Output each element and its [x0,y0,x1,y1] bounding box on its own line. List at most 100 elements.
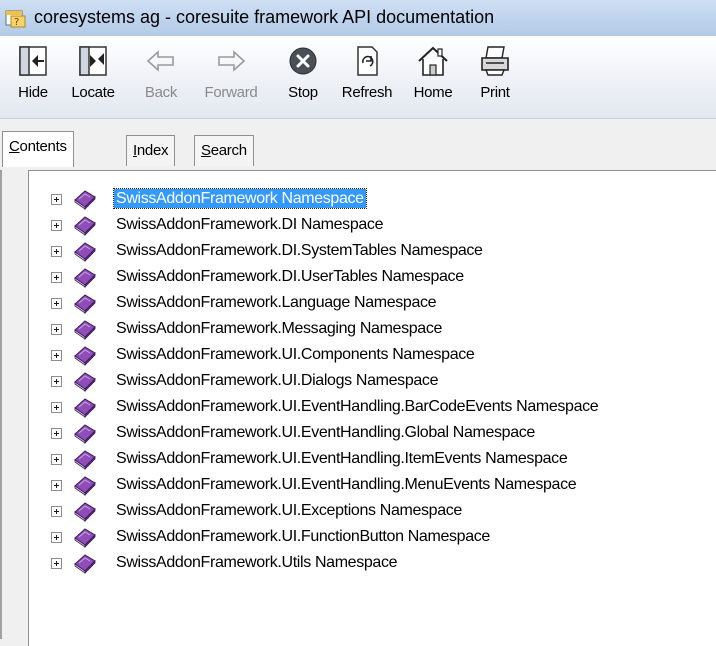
contents-tree[interactable]: SwissAddonFramework Namespace SwissAddon… [28,170,716,646]
tab-contents[interactable]: Contents [2,131,74,167]
expand-icon[interactable] [51,428,62,439]
help-window-icon: ? [5,10,26,28]
tab-contents-label: ontents [19,138,67,155]
tree-item-label[interactable]: SwissAddonFramework.DI.UserTables Namesp… [114,267,466,286]
book-icon [74,320,96,340]
book-icon [74,554,96,574]
book-icon [74,242,96,262]
book-icon [74,190,96,210]
home-label: Home [413,84,453,101]
tree-item[interactable]: SwissAddonFramework Namespace [29,186,716,212]
tree-item[interactable]: SwissAddonFramework.UI.FunctionButton Na… [29,524,716,550]
hide-label: Hide [18,84,48,101]
book-icon [74,268,96,288]
expand-icon[interactable] [51,272,62,283]
tree-item-label[interactable]: SwissAddonFramework Namespace [113,188,367,209]
book-icon [74,476,96,496]
locate-button[interactable]: Locate [62,44,124,116]
tree-item-label[interactable]: SwissAddonFramework.UI.FunctionButton Na… [114,527,492,546]
tree-item-label[interactable]: SwissAddonFramework.UI.Exceptions Namesp… [114,501,464,520]
print-label: Print [480,84,510,101]
tab-search-accesskey: S [201,142,211,159]
title-bar[interactable]: ? coresystems ag - coresuite framework A… [0,0,716,36]
back-button[interactable]: Back [133,44,189,116]
expand-icon[interactable] [51,376,62,387]
tree-item[interactable]: SwissAddonFramework.DI.UserTables Namesp… [29,264,716,290]
tree-item-label[interactable]: SwissAddonFramework.DI.SystemTables Name… [114,241,485,260]
tree-item-label[interactable]: SwissAddonFramework.UI.Components Namesp… [114,345,476,364]
tab-search[interactable]: Search [194,135,254,166]
book-icon [74,372,96,392]
tree-item[interactable]: SwissAddonFramework.DI Namespace [29,212,716,238]
tree-item[interactable]: SwissAddonFramework.UI.Components Namesp… [29,342,716,368]
book-icon [74,398,96,418]
tree-item[interactable]: SwissAddonFramework.UI.EventHandling.Bar… [29,394,716,420]
back-label: Back [144,84,178,101]
tree-item-label[interactable]: SwissAddonFramework.UI.EventHandling.Ite… [114,449,569,468]
book-icon [74,528,96,548]
book-icon [74,502,96,522]
hide-icon [19,46,47,76]
tree-item[interactable]: SwissAddonFramework.Language Namespace [29,290,716,316]
window-title: coresystems ag - coresuite framework API… [34,7,495,27]
refresh-icon [357,46,378,76]
expand-icon[interactable] [51,532,62,543]
forward-label: Forward [204,84,258,101]
book-icon [74,450,96,470]
expand-icon[interactable] [51,454,62,465]
expand-icon[interactable] [51,246,62,257]
forward-arrow-icon [218,50,246,72]
refresh-label: Refresh [341,84,393,101]
home-button[interactable]: Home [404,44,462,116]
back-arrow-icon [146,50,174,72]
hide-button[interactable]: Hide [8,44,58,116]
book-icon [74,216,96,236]
tree-item-label[interactable]: SwissAddonFramework.UI.EventHandling.Glo… [114,423,537,442]
tree-item-label[interactable]: SwissAddonFramework.Utils Namespace [114,553,399,572]
expand-icon[interactable] [51,350,62,361]
toolbar: Hide Locate Back Forward Stop Refresh Ho… [0,36,716,119]
tree-item[interactable]: SwissAddonFramework.Messaging Namespace [29,316,716,342]
refresh-button[interactable]: Refresh [334,44,400,116]
tree-item-label[interactable]: SwissAddonFramework.DI Namespace [114,215,385,234]
expand-icon[interactable] [51,298,62,309]
navigation-tabs: Contents Index Search [0,118,716,170]
tree-item-label[interactable]: SwissAddonFramework.Language Namespace [114,293,438,312]
book-icon [74,346,96,366]
frame-edge [0,170,2,639]
expand-icon[interactable] [51,324,62,335]
print-button[interactable]: Print [470,44,520,116]
tree-item-label[interactable]: SwissAddonFramework.UI.EventHandling.Men… [114,475,578,494]
stop-label: Stop [288,84,318,101]
tree-item-label[interactable]: SwissAddonFramework.UI.EventHandling.Bar… [114,397,600,416]
expand-icon[interactable] [51,480,62,491]
tab-search-label: earch [210,142,247,159]
locate-icon [79,46,107,76]
stop-icon [289,47,317,75]
locate-label: Locate [71,84,115,101]
expand-icon[interactable] [51,402,62,413]
tab-contents-accesskey: C [9,138,20,155]
tree-item-label[interactable]: SwissAddonFramework.Messaging Namespace [114,319,444,338]
book-icon [74,424,96,444]
expand-icon[interactable] [51,194,62,205]
tree-item[interactable]: SwissAddonFramework.UI.EventHandling.Ite… [29,446,716,472]
tree-item[interactable]: SwissAddonFramework.UI.Exceptions Namesp… [29,498,716,524]
tree-item[interactable]: SwissAddonFramework.UI.EventHandling.Glo… [29,420,716,446]
forward-button[interactable]: Forward [194,44,268,116]
expand-icon[interactable] [51,506,62,517]
tree-item[interactable]: SwissAddonFramework.Utils Namespace [29,550,716,576]
expand-icon[interactable] [51,220,62,231]
tree-item[interactable]: SwissAddonFramework.DI.SystemTables Name… [29,238,716,264]
tree-item-label[interactable]: SwissAddonFramework.UI.Dialogs Namespace [114,371,440,390]
tab-index[interactable]: Index [126,135,176,166]
tree-item[interactable]: SwissAddonFramework.UI.EventHandling.Men… [29,472,716,498]
tab-index-label: ndex [136,142,169,159]
tree-item[interactable]: SwissAddonFramework.UI.Dialogs Namespace [29,368,716,394]
home-icon [418,46,448,76]
print-icon [481,46,509,76]
book-icon [74,294,96,314]
expand-icon[interactable] [51,558,62,569]
stop-button[interactable]: Stop [278,44,328,116]
svg-text:?: ? [14,17,19,28]
